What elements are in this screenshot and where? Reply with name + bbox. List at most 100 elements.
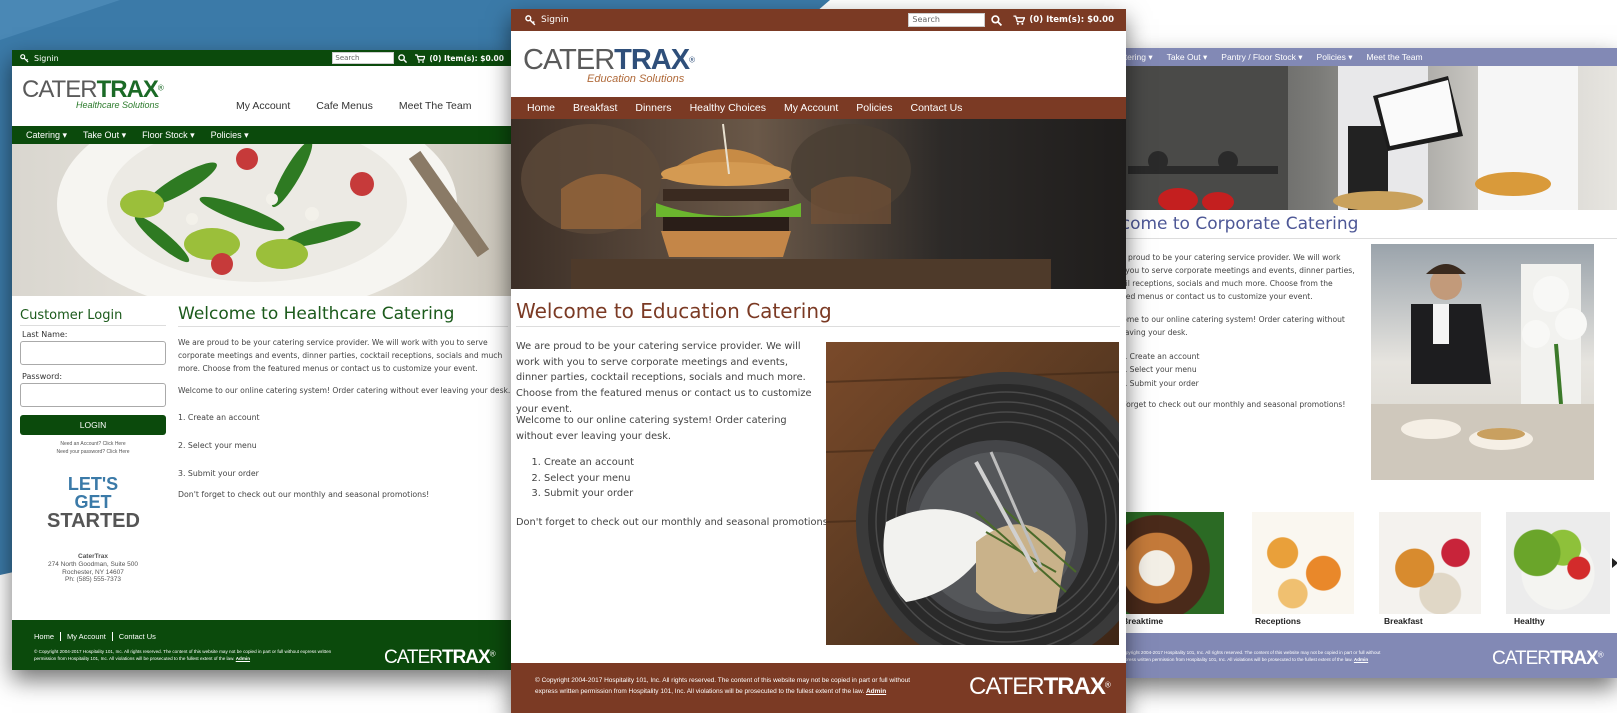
intro-paragraph: re proud to be your catering service pro… xyxy=(1118,253,1355,301)
online-paragraph: Welcome to our online catering system! O… xyxy=(516,415,787,442)
page-title: Welcome to Healthcare Catering xyxy=(178,304,508,327)
hero-salad-image xyxy=(12,144,512,296)
step-3: 3. Submit your order xyxy=(178,468,259,478)
catertrax-logo[interactable]: CATERTRAX® Healthcare Solutions xyxy=(22,78,164,110)
corporate-site-screenshot: atering ▾ Take Out ▾ Pantry / Floor Stoc… xyxy=(1118,48,1617,678)
hero-chefs-image xyxy=(1118,66,1617,210)
category-tile-receptions[interactable]: Receptions xyxy=(1252,512,1354,626)
step-2: 2. Select your menu xyxy=(178,440,257,450)
signin-link[interactable]: Signin xyxy=(20,54,59,63)
breaktime-image xyxy=(1118,512,1224,614)
footer: © Copyright 2004-2017 Hospitality 101, I… xyxy=(511,663,1126,713)
header-link-my-account[interactable]: My Account xyxy=(236,100,290,112)
lets-get-started-promo[interactable]: LET'S GET STARTED xyxy=(47,475,140,531)
page-title: lcome to Corporate Catering xyxy=(1118,214,1359,234)
main-nav: Home Breakfast Dinners Healthy Choices M… xyxy=(511,97,1126,119)
forgot-password-link[interactable]: Need your password? Click Here xyxy=(20,449,166,455)
step-2: Select your menu xyxy=(544,471,634,487)
footer: Home My Account Contact Us © Copyright 2… xyxy=(12,620,512,670)
top-bar: Signin Search (0) Item(s): $0.00 xyxy=(511,9,1126,31)
login-title: Customer Login xyxy=(20,308,166,326)
plate-image xyxy=(826,342,1119,645)
step-1: Create an account xyxy=(544,455,634,471)
education-site-screenshot: Signin Search (0) Item(s): $0.00 CATERTR… xyxy=(511,9,1126,713)
header-link-meet-the-team[interactable]: Meet The Team xyxy=(399,100,472,112)
carousel-next-arrow[interactable] xyxy=(1612,558,1617,568)
nav-healthy-choices[interactable]: Healthy Choices xyxy=(690,102,766,114)
footer-logo: CATERTRAX® xyxy=(969,673,1111,700)
nav-policies[interactable]: Policies ▾ xyxy=(211,130,249,141)
promotions-paragraph: Don't forget to check out our monthly an… xyxy=(178,489,430,499)
signin-link[interactable]: Signin xyxy=(525,14,569,26)
header-link-cafe-menus[interactable]: Cafe Menus xyxy=(316,100,373,112)
login-button[interactable]: LOGIN xyxy=(20,415,166,435)
footer-logo: CATERTRAX® xyxy=(1492,648,1604,669)
footer-links: Home My Account Contact Us xyxy=(34,632,156,641)
nav-policies[interactable]: Policies xyxy=(856,102,892,114)
copyright: © Copyright 2004-2017 Hospitality 101, I… xyxy=(34,649,332,662)
online-paragraph: Welcome to our online catering system! O… xyxy=(178,385,511,395)
page-title: Welcome to Education Catering xyxy=(516,299,832,323)
footer-link-home[interactable]: Home xyxy=(34,632,62,641)
promotions-paragraph: Don't forget to check out our monthly an… xyxy=(516,517,832,528)
online-paragraph: come to our online catering system! Orde… xyxy=(1118,315,1345,337)
admin-link[interactable]: Admin xyxy=(1354,657,1368,662)
nav-floor-stock[interactable]: Floor Stock ▾ xyxy=(142,130,195,141)
nav-pantry-floor-stock[interactable]: Pantry / Floor Stock ▾ xyxy=(1221,52,1302,63)
last-name-field[interactable] xyxy=(20,341,166,365)
nav-meet-the-team[interactable]: Meet the Team xyxy=(1366,52,1422,62)
top-bar: Signin Search (0) Item(s): $0.00 xyxy=(12,50,512,66)
step-1: 1. Create an account xyxy=(178,412,260,422)
key-icon xyxy=(20,53,29,63)
nav-policies[interactable]: Policies ▾ xyxy=(1317,52,1353,63)
cart-icon xyxy=(1013,15,1026,25)
admin-link[interactable]: Admin xyxy=(236,656,250,661)
search-icon[interactable] xyxy=(991,14,1003,26)
customer-login: Customer Login Last Name: Password: LOGI… xyxy=(20,308,166,584)
header: CATERTRAX® Education Solutions xyxy=(511,31,1126,97)
nav-breakfast[interactable]: Breakfast xyxy=(573,102,617,114)
nav-take-out[interactable]: Take Out ▾ xyxy=(83,130,126,141)
category-tile-healthy[interactable]: Healthy xyxy=(1506,512,1610,626)
category-tile-breakfast[interactable]: Breakfast xyxy=(1379,512,1481,626)
footer-link-my-account[interactable]: My Account xyxy=(61,632,113,641)
step-3: 3. Submit your order xyxy=(1120,378,1199,388)
nav-my-account[interactable]: My Account xyxy=(784,102,838,114)
waiter-image xyxy=(1371,244,1594,480)
copyright: Copyright 2004-2017 Hospitality 101, Inc… xyxy=(1120,650,1381,663)
nav-contact-us[interactable]: Contact Us xyxy=(910,102,962,114)
step-3: Submit your order xyxy=(544,486,634,502)
breakfast-image xyxy=(1379,512,1481,614)
nav-catering[interactable]: Catering ▾ xyxy=(26,130,67,141)
category-tile-breaktime[interactable]: Breaktime xyxy=(1118,512,1224,626)
cart-summary[interactable]: (0) Item(s): $0.00 xyxy=(415,54,504,63)
header: CATERTRAX® Healthcare Solutions My Accou… xyxy=(12,66,512,126)
search-input[interactable]: Search xyxy=(332,52,395,64)
cart-summary[interactable]: (0) Item(s): $0.00 xyxy=(1013,15,1114,25)
search-input[interactable]: Search xyxy=(908,13,986,27)
address-block: CaterTrax 274 North Goodman, Suite 500 R… xyxy=(48,553,138,584)
healthy-image xyxy=(1506,512,1610,614)
intro-paragraph: We are proud to be your catering service… xyxy=(516,341,812,415)
footer: Copyright 2004-2017 Hospitality 101, Inc… xyxy=(1118,633,1617,678)
need-account-link[interactable]: Need an Account? Click Here xyxy=(20,441,166,447)
main-nav: Catering ▾ Take Out ▾ Floor Stock ▾ Poli… xyxy=(12,126,512,144)
cart-icon xyxy=(415,53,426,63)
key-icon xyxy=(525,14,536,25)
password-label: Password: xyxy=(22,372,63,381)
footer-link-contact-us[interactable]: Contact Us xyxy=(113,632,156,641)
copyright: © Copyright 2004-2017 Hospitality 101, I… xyxy=(535,677,911,696)
footer-logo: CATERTRAX® xyxy=(384,647,496,668)
nav-home[interactable]: Home xyxy=(527,102,555,114)
password-field[interactable] xyxy=(20,383,166,407)
search-icon[interactable] xyxy=(398,53,408,63)
main-content: Welcome to Healthcare Catering We are pr… xyxy=(178,304,511,499)
admin-link[interactable]: Admin xyxy=(866,688,886,695)
hero-burger-image xyxy=(511,119,1126,289)
catertrax-logo[interactable]: CATERTRAX® Education Solutions xyxy=(523,46,695,85)
nav-dinners[interactable]: Dinners xyxy=(635,102,671,114)
main-nav: atering ▾ Take Out ▾ Pantry / Floor Stoc… xyxy=(1118,48,1617,66)
steps-list: 1. Create an account 2. Select your menu… xyxy=(1120,350,1199,390)
steps-list: Create an account Select your menu Submi… xyxy=(516,455,634,502)
nav-take-out[interactable]: Take Out ▾ xyxy=(1167,52,1208,63)
